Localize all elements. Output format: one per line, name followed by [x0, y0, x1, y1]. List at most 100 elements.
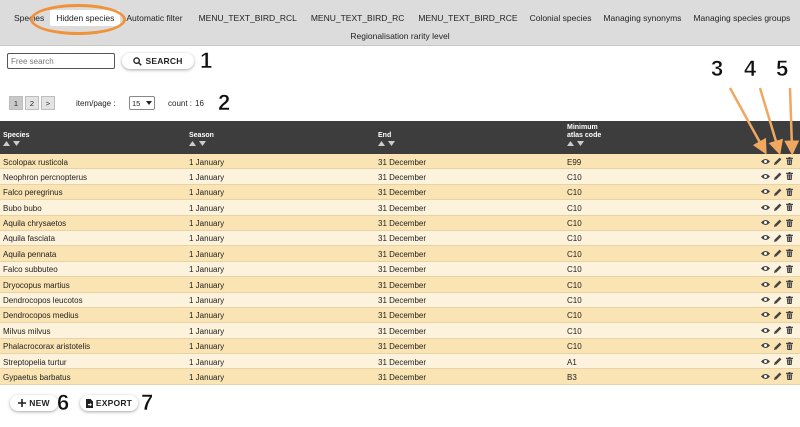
pencil-icon[interactable] — [774, 326, 782, 335]
tab-managing-synonyms[interactable]: Managing synonyms — [597, 10, 687, 26]
table-row: Aquila pennata 1 January 31 December C10 — [0, 246, 800, 262]
cell-species: Milvus milvus — [3, 326, 51, 336]
export-button[interactable]: EXPORT — [80, 395, 138, 411]
column-header-species[interactable]: Species — [3, 132, 29, 146]
trash-icon[interactable] — [786, 172, 793, 181]
trash-icon[interactable] — [786, 295, 793, 304]
eye-icon[interactable] — [761, 342, 770, 349]
pencil-icon[interactable] — [774, 342, 782, 350]
tab-menu-text-bird-rcl[interactable]: MENU_TEXT_BIRD_RCL — [193, 10, 303, 26]
cell-end: 31 December — [378, 342, 427, 352]
eye-icon[interactable] — [761, 296, 770, 303]
trash-icon[interactable] — [786, 372, 793, 381]
tab-hidden-species[interactable]: Hidden species — [50, 10, 121, 26]
trash-icon[interactable] — [786, 203, 793, 212]
cell-season: 1 January — [189, 357, 225, 367]
trash-icon[interactable] — [786, 264, 793, 273]
pencil-icon[interactable] — [774, 219, 782, 227]
new-button[interactable]: NEW — [10, 395, 58, 411]
pencil-icon[interactable] — [774, 311, 782, 319]
trash-icon[interactable] — [786, 233, 793, 242]
tab-regionalisation-rarity-level[interactable]: Regionalisation rarity level — [344, 30, 455, 42]
top-navigation: Species Hidden species Automatic filter … — [0, 0, 800, 46]
row-actions — [761, 172, 793, 181]
pencil-icon[interactable] — [774, 234, 782, 242]
sort-arrows-icon[interactable] — [3, 141, 21, 146]
eye-icon[interactable] — [761, 250, 770, 257]
cell-end: 31 December — [378, 265, 427, 275]
free-search-input[interactable] — [7, 53, 115, 69]
pencil-icon[interactable] — [774, 157, 782, 165]
page-button-2[interactable]: 2 — [25, 96, 39, 110]
items-per-page-value: 15 — [132, 98, 141, 108]
pencil-icon[interactable] — [774, 296, 782, 304]
trash-icon[interactable] — [786, 310, 793, 319]
table-header: Species Season End Minimum atlas code — [0, 121, 800, 154]
trash-icon[interactable] — [786, 218, 793, 227]
tab-colonial-species[interactable]: Colonial species — [524, 10, 598, 26]
column-header-minimum-atlas-code[interactable]: Minimum atlas code — [567, 124, 601, 146]
cell-season: 1 January — [189, 265, 225, 275]
eye-icon[interactable] — [761, 234, 770, 241]
tab-automatic-filter[interactable]: Automatic filter — [120, 10, 188, 26]
cell-species: Neophron percnopterus — [3, 172, 88, 182]
table-row: Falco peregrinus 1 January 31 December C10 — [0, 184, 800, 201]
cell-season: 1 January — [189, 372, 225, 382]
tab-species[interactable]: Species — [8, 10, 50, 26]
trash-icon[interactable] — [786, 341, 793, 350]
cell-species: Phalacrocorax aristotelis — [3, 342, 91, 352]
eye-icon[interactable] — [761, 265, 770, 272]
row-actions — [761, 264, 793, 273]
cell-season: 1 January — [189, 188, 225, 198]
page-button-1[interactable]: 1 — [9, 96, 23, 110]
sort-arrows-icon[interactable] — [378, 141, 396, 146]
next-page-button[interactable]: > — [41, 96, 55, 110]
sort-arrows-icon[interactable] — [189, 141, 207, 146]
count-label: count : — [168, 99, 193, 108]
tab-menu-text-bird-rc[interactable]: MENU_TEXT_BIRD_RC — [305, 10, 411, 26]
cell-minimum-atlas-code: C10 — [567, 265, 582, 275]
cell-season: 1 January — [189, 203, 225, 213]
pencil-icon[interactable] — [774, 357, 782, 366]
tab-menu-text-bird-rce[interactable]: MENU_TEXT_BIRD_RCE — [412, 10, 523, 26]
trash-icon[interactable] — [786, 357, 793, 366]
eye-icon[interactable] — [761, 311, 770, 318]
eye-icon[interactable] — [761, 173, 770, 180]
callout-3: 3 — [711, 56, 724, 81]
items-per-page-select[interactable]: 15 — [129, 96, 155, 110]
sort-arrows-icon[interactable] — [567, 141, 585, 146]
trash-icon[interactable] — [786, 326, 793, 335]
eye-icon[interactable] — [761, 281, 770, 288]
trash-icon[interactable] — [786, 280, 793, 289]
pencil-icon[interactable] — [774, 249, 782, 258]
cell-species: Falco subbuteo — [3, 265, 58, 275]
table-row: Dendrocopos medius 1 January 31 December C1… — [0, 307, 800, 324]
cell-end: 31 December — [378, 203, 427, 213]
eye-icon[interactable] — [761, 188, 770, 195]
cell-end: 31 December — [378, 172, 427, 182]
column-header-season[interactable]: Season — [189, 132, 214, 146]
pencil-icon[interactable] — [774, 172, 782, 181]
tab-managing-species-groups[interactable]: Managing species groups — [687, 10, 796, 26]
pencil-icon[interactable] — [774, 188, 782, 196]
cell-minimum-atlas-code: C10 — [567, 249, 582, 259]
trash-icon[interactable] — [786, 249, 793, 258]
cell-species: Aquila fasciata — [3, 234, 56, 244]
table-row: Aquila chrysaetos 1 January 31 December C10 — [0, 215, 800, 231]
eye-icon[interactable] — [761, 219, 770, 226]
eye-icon[interactable] — [761, 204, 770, 211]
trash-icon[interactable] — [786, 187, 793, 196]
trash-icon[interactable] — [786, 157, 793, 165]
pencil-icon[interactable] — [774, 280, 782, 289]
column-header-end[interactable]: End — [378, 132, 396, 146]
eye-icon[interactable] — [761, 327, 770, 334]
search-button[interactable]: SEARCH — [122, 53, 194, 69]
pencil-icon[interactable] — [774, 265, 782, 273]
cell-end: 31 December — [378, 326, 427, 336]
eye-icon[interactable] — [761, 373, 770, 380]
table-row: Dryocopus martius 1 January 31 December C10 — [0, 277, 800, 293]
pencil-icon[interactable] — [774, 203, 782, 212]
eye-icon[interactable] — [761, 358, 770, 365]
pencil-icon[interactable] — [774, 372, 782, 381]
eye-icon[interactable] — [761, 158, 770, 165]
